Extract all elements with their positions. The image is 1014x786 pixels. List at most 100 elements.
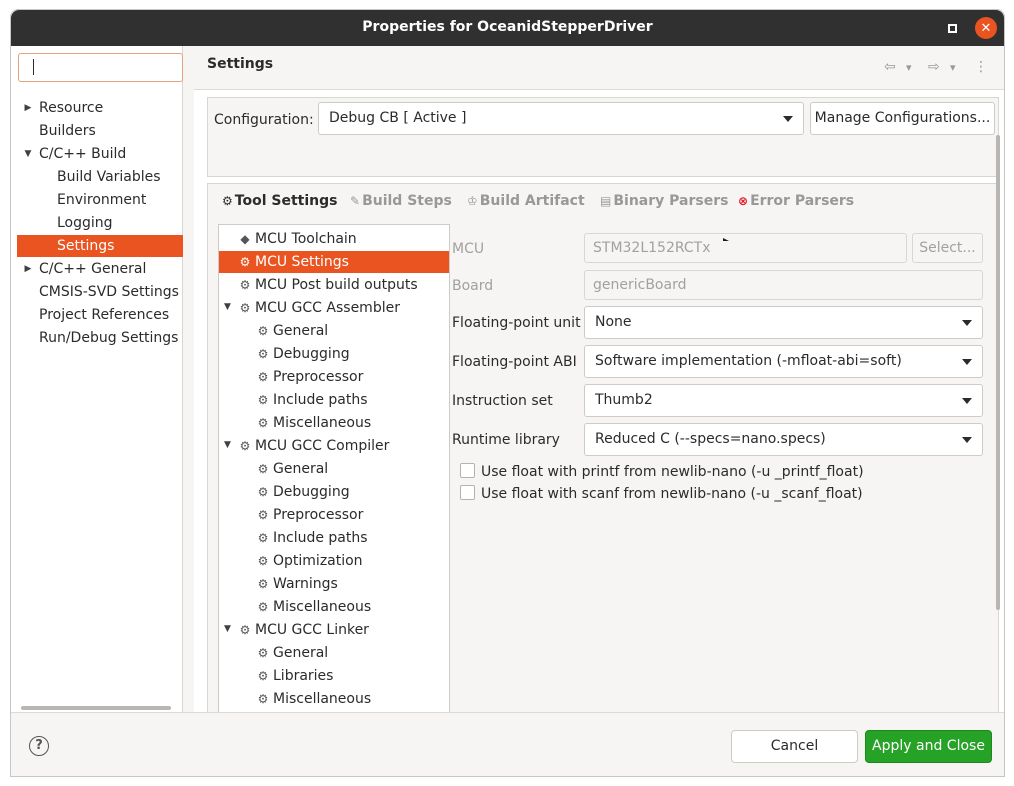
vertical-scrollbar[interactable] [996, 135, 1000, 610]
nav-item-run-debug-settings[interactable]: Run/Debug Settings [39, 327, 179, 349]
tree-item-linker-miscellaneous[interactable]: ⚙ Miscellaneous [255, 688, 372, 710]
tree-item-assembler-debugging[interactable]: ⚙ Debugging [255, 343, 350, 365]
dialog-footer: ? Cancel Apply and Close [11, 712, 1004, 776]
tree-item-label: MCU GCC Compiler [255, 438, 390, 454]
back-dropdown-icon[interactable]: ▾ [906, 61, 912, 74]
scanf-float-checkbox-row[interactable]: Use float with scanf from newlib-nano (-… [460, 485, 863, 502]
page-title: Settings [207, 56, 274, 72]
apply-and-close-button[interactable]: Apply and Close [865, 730, 992, 763]
tree-item-compiler-optimization[interactable]: ⚙ Optimization [255, 550, 363, 572]
mcu-settings-form: MCU STM32L152RCTx Select... Board generi… [452, 224, 992, 704]
tree-item-mcu-gcc-compiler[interactable]: ⚙ MCU GCC Compiler [237, 435, 390, 457]
tree-item-mcu-settings[interactable]: ⚙ MCU Settings [219, 251, 449, 273]
tree-item-label: Debugging [273, 484, 350, 500]
nav-item-builders[interactable]: Builders [39, 120, 179, 142]
fpu-label: Floating-point unit [452, 315, 581, 331]
nav-item-logging[interactable]: Logging [57, 212, 179, 234]
nav-item-project-references[interactable]: Project References [39, 304, 179, 326]
printf-float-checkbox[interactable] [460, 463, 475, 478]
expand-icon[interactable]: ▶ [23, 264, 33, 274]
close-icon: ✕ [980, 20, 992, 36]
instruction-set-select[interactable]: Thumb2 [584, 384, 983, 417]
toolchain-icon: ◆ [240, 232, 250, 246]
collapse-icon[interactable]: ▼ [23, 149, 33, 159]
tree-item-assembler-preprocessor[interactable]: ⚙ Preprocessor [255, 366, 364, 388]
tree-item-compiler-warnings[interactable]: ⚙ Warnings [255, 573, 338, 595]
tab-build-artifact[interactable]: ♔ Build Artifact [467, 184, 585, 218]
horizontal-scrollbar[interactable] [21, 706, 171, 710]
fpabi-select[interactable]: Software implementation (-mfloat-abi=sof… [584, 345, 983, 378]
binary-parsers-icon: ▤ [600, 194, 612, 208]
maximize-button[interactable] [941, 17, 963, 39]
tree-item-compiler-miscellaneous[interactable]: ⚙ Miscellaneous [255, 596, 372, 618]
tree-item-mcu-toolchain[interactable]: ◆ MCU Toolchain [237, 228, 356, 250]
nav-item-cpp-general[interactable]: C/C++ General [39, 258, 179, 280]
board-label: Board [452, 278, 494, 294]
cancel-button[interactable]: Cancel [731, 730, 858, 763]
settings-icon: ⚙ [257, 462, 269, 476]
scanf-float-checkbox[interactable] [460, 485, 475, 500]
tree-item-compiler-general[interactable]: ⚙ General [255, 458, 329, 480]
tree-item-label: Miscellaneous [273, 691, 372, 707]
tree-item-mcu-gcc-assembler[interactable]: ⚙ MCU GCC Assembler [237, 297, 400, 319]
tree-item-compiler-preprocessor[interactable]: ⚙ Preprocessor [255, 504, 364, 526]
tree-item-linker-libraries[interactable]: ⚙ Libraries [255, 665, 334, 687]
expand-icon[interactable]: ▶ [23, 103, 33, 113]
manage-configurations-button[interactable]: Manage Configurations... [810, 102, 995, 135]
tree-item-mcu-gcc-linker[interactable]: ⚙ MCU GCC Linker [237, 619, 369, 641]
forward-dropdown-icon[interactable]: ▾ [950, 61, 956, 74]
tab-error-parsers[interactable]: ⊗ Error Parsers [738, 184, 854, 218]
collapse-icon[interactable]: ▼ [224, 440, 231, 450]
tab-build-steps[interactable]: ✎ Build Steps [350, 184, 452, 218]
collapse-icon[interactable]: ▼ [224, 302, 231, 312]
instruction-set-label: Instruction set [452, 393, 553, 409]
tree-item-label: Include paths [273, 392, 368, 408]
nav-item-cpp-build[interactable]: C/C++ Build [39, 143, 179, 165]
tree-item-label: Debugging [273, 346, 350, 362]
tab-binary-parsers[interactable]: ▤ Binary Parsers [600, 184, 728, 218]
collapse-icon[interactable]: ▼ [224, 624, 231, 634]
tab-folder: ⚙ Tool Settings ✎ Build Steps ♔ Build Artif… [207, 183, 999, 720]
tree-item-assembler-miscellaneous[interactable]: ⚙ Miscellaneous [255, 412, 372, 434]
help-icon[interactable]: ? [29, 736, 49, 756]
filter-input[interactable] [18, 53, 183, 82]
chevron-down-icon [962, 320, 972, 326]
nav-item-cmsis-svd-settings[interactable]: CMSIS-SVD Settings [39, 281, 179, 303]
nav-item-build-variables[interactable]: Build Variables [57, 166, 179, 188]
settings-icon: ⚙ [239, 255, 251, 269]
build-steps-icon: ✎ [350, 194, 361, 208]
nav-item-environment[interactable]: Environment [57, 189, 179, 211]
configuration-label: Configuration: [214, 112, 314, 128]
tree-item-label: General [273, 645, 329, 661]
window-title: Properties for OceanidStepperDriver [362, 19, 653, 35]
tree-item-mcu-post-build-outputs[interactable]: ⚙ MCU Post build outputs [237, 274, 418, 296]
tree-item-compiler-include-paths[interactable]: ⚙ Include paths [255, 527, 368, 549]
configuration-select[interactable]: Debug CB [ Active ] [318, 102, 804, 135]
view-menu-icon[interactable]: ⋮ [974, 59, 988, 75]
fpu-select[interactable]: None [584, 306, 983, 339]
tool-icon: ⚙ [239, 623, 251, 637]
mcu-select-button: Select... [912, 233, 983, 263]
tree-item-assembler-general[interactable]: ⚙ General [255, 320, 329, 342]
chevron-down-icon [962, 437, 972, 443]
settings-icon: ⚙ [257, 485, 269, 499]
settings-icon: ⚙ [257, 416, 269, 430]
title-bar[interactable]: Properties for OceanidStepperDriver ✕ [11, 10, 1004, 46]
settings-icon: ⚙ [257, 692, 269, 706]
chevron-down-icon [962, 359, 972, 365]
nav-item-settings[interactable]: Settings [17, 235, 183, 257]
printf-float-checkbox-row[interactable]: Use float with printf from newlib-nano (… [460, 463, 864, 480]
close-button[interactable]: ✕ [975, 17, 997, 39]
tool-icon: ⚙ [239, 439, 251, 453]
tree-item-compiler-debugging[interactable]: ⚙ Debugging [255, 481, 350, 503]
tab-tool-settings[interactable]: ⚙ Tool Settings [212, 184, 337, 218]
maximize-icon [947, 23, 957, 33]
fpu-value: None [595, 314, 632, 330]
tree-item-assembler-include-paths[interactable]: ⚙ Include paths [255, 389, 368, 411]
tree-item-linker-general[interactable]: ⚙ General [255, 642, 329, 664]
back-arrow-icon[interactable]: ⇦ [884, 59, 896, 75]
forward-arrow-icon[interactable]: ⇨ [928, 59, 940, 75]
nav-item-resource[interactable]: Resource [39, 97, 179, 119]
scanf-float-label: Use float with scanf from newlib-nano (-… [481, 486, 863, 502]
runtime-library-select[interactable]: Reduced C (--specs=nano.specs) [584, 423, 983, 456]
